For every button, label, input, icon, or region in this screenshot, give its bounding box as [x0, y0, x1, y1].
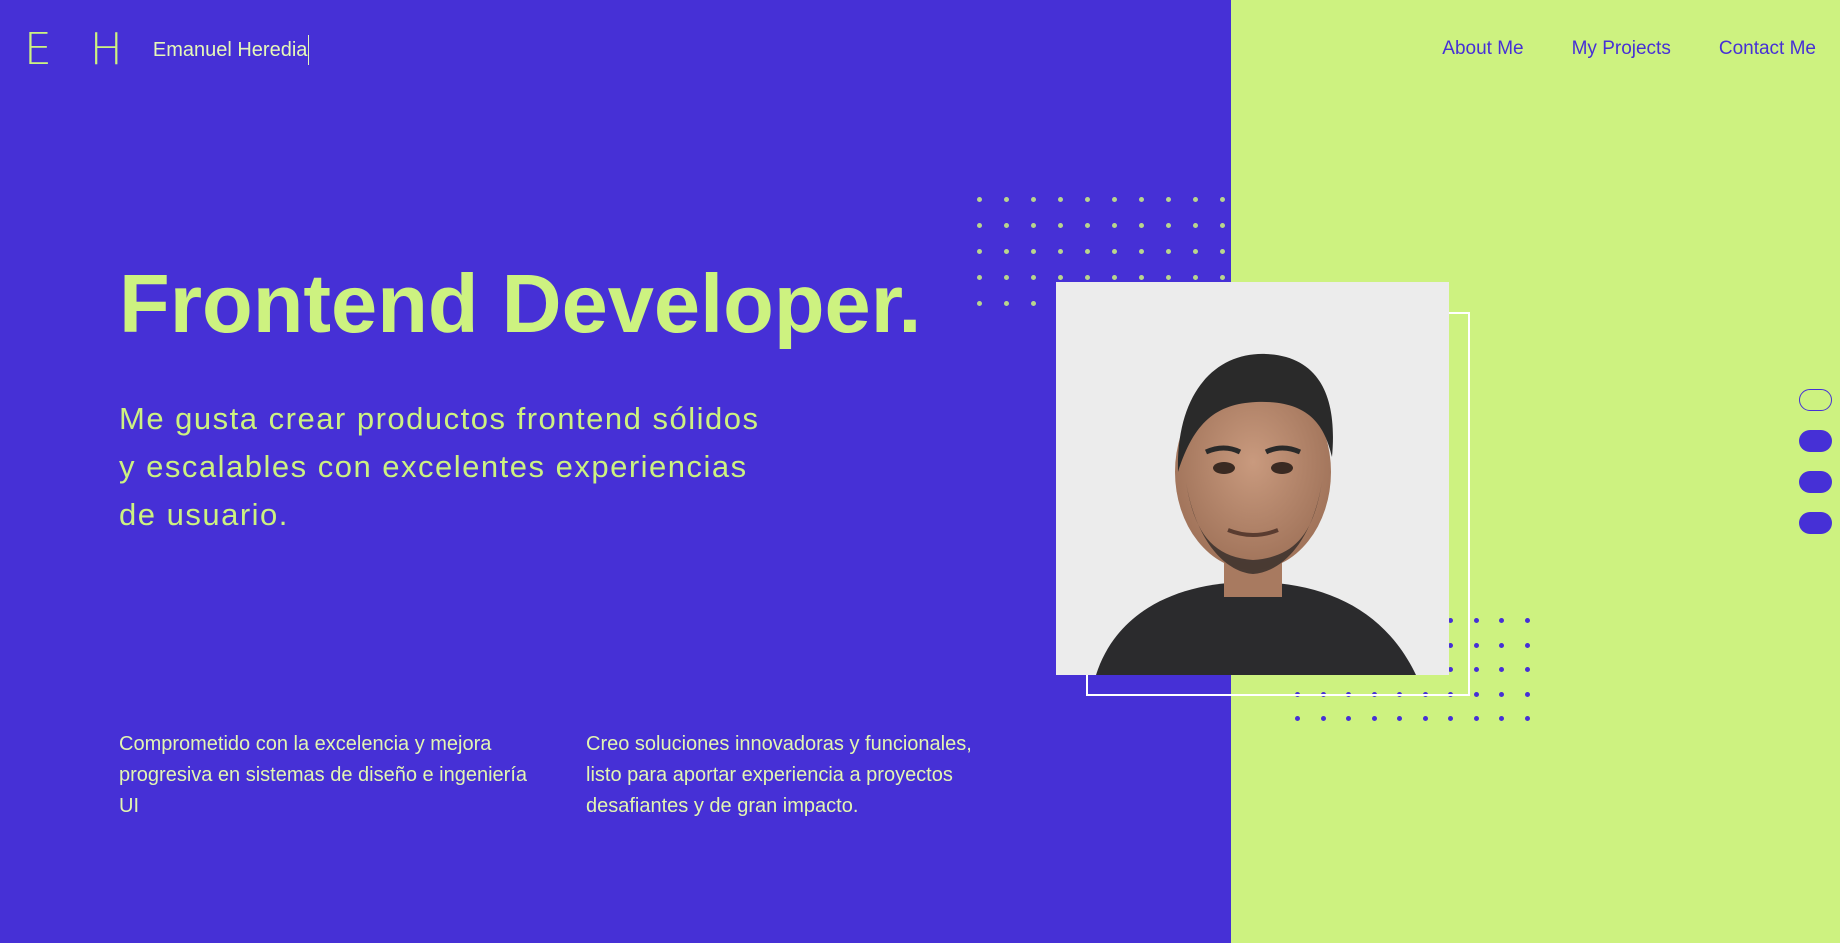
dot	[1220, 223, 1225, 228]
dot	[1397, 716, 1402, 721]
profile-photo	[1056, 282, 1449, 675]
dot	[1295, 716, 1300, 721]
hero-title: Frontend Developer.	[119, 257, 922, 350]
logo-initials: E H	[24, 24, 135, 75]
dot	[1524, 618, 1530, 623]
dot	[1371, 716, 1377, 721]
dot	[1499, 642, 1504, 648]
dot	[1499, 716, 1504, 721]
dot	[1473, 691, 1479, 697]
dot	[1166, 275, 1171, 280]
main-nav: About Me My Projects Contact Me	[1442, 34, 1816, 64]
hero-subtitle: Me gusta crear productos frontend sólido…	[119, 401, 760, 532]
dot	[1085, 275, 1090, 280]
nav-my-projects[interactable]: My Projects	[1572, 34, 1671, 64]
dot	[1166, 249, 1171, 254]
dot	[1112, 197, 1117, 202]
nav-about-me[interactable]: About Me	[1442, 34, 1523, 64]
dot	[1422, 716, 1428, 721]
dot	[1473, 618, 1479, 623]
dot	[1193, 275, 1198, 280]
dot	[1058, 249, 1063, 254]
dot	[1346, 716, 1351, 721]
dot	[1004, 197, 1009, 202]
dot	[1524, 716, 1530, 721]
nav-contact-me[interactable]: Contact Me	[1719, 34, 1816, 64]
dot	[1499, 667, 1504, 672]
dot	[1031, 223, 1036, 228]
brand-name: Emanuel Heredia	[153, 35, 310, 65]
dot	[1499, 691, 1504, 697]
feature-text-1: Comprometido con la excelencia y mejora …	[119, 733, 528, 817]
dot	[1085, 223, 1090, 228]
dot	[1004, 249, 1009, 254]
dot	[1473, 642, 1479, 648]
dot	[1220, 275, 1225, 280]
portrait-icon	[1056, 282, 1449, 675]
dot	[1004, 301, 1009, 306]
indicator-2[interactable]	[1799, 430, 1832, 452]
dot	[1139, 223, 1144, 228]
indicator-4[interactable]	[1799, 512, 1832, 534]
dot	[1031, 301, 1036, 306]
feature-text-2: Creo soluciones innovadoras y funcionale…	[586, 733, 972, 817]
dot	[1499, 618, 1504, 623]
dot	[977, 249, 982, 254]
dot	[1058, 275, 1063, 280]
dot	[977, 275, 982, 280]
dot	[1524, 667, 1530, 672]
dot	[1112, 249, 1117, 254]
dot	[1473, 667, 1479, 672]
dot	[1031, 197, 1036, 202]
dot	[1473, 716, 1479, 721]
dot	[1524, 642, 1530, 648]
dot	[1139, 249, 1144, 254]
dot	[1112, 223, 1117, 228]
dot	[1193, 197, 1198, 202]
dot	[1220, 249, 1225, 254]
dot	[1112, 275, 1117, 280]
dot	[1058, 223, 1063, 228]
dot	[1139, 197, 1144, 202]
dot	[1004, 223, 1009, 228]
dot	[977, 197, 982, 202]
dot	[1320, 716, 1326, 721]
logo[interactable]: E H Emanuel Heredia	[24, 24, 310, 76]
dot	[1031, 249, 1036, 254]
dot	[1085, 249, 1090, 254]
dot	[1166, 197, 1171, 202]
dot	[1085, 197, 1090, 202]
dot	[1193, 249, 1198, 254]
indicator-3[interactable]	[1799, 471, 1832, 493]
dot	[1448, 716, 1453, 721]
dot	[1220, 197, 1225, 202]
dot	[1193, 223, 1198, 228]
dot	[1058, 197, 1063, 202]
dot	[977, 301, 982, 306]
slide-indicators	[1799, 389, 1832, 534]
dot	[1139, 275, 1144, 280]
dot	[1166, 223, 1171, 228]
dot	[1004, 275, 1009, 280]
dot	[1031, 275, 1036, 280]
dot	[1524, 691, 1530, 697]
dot	[977, 223, 982, 228]
indicator-1[interactable]	[1799, 389, 1832, 411]
